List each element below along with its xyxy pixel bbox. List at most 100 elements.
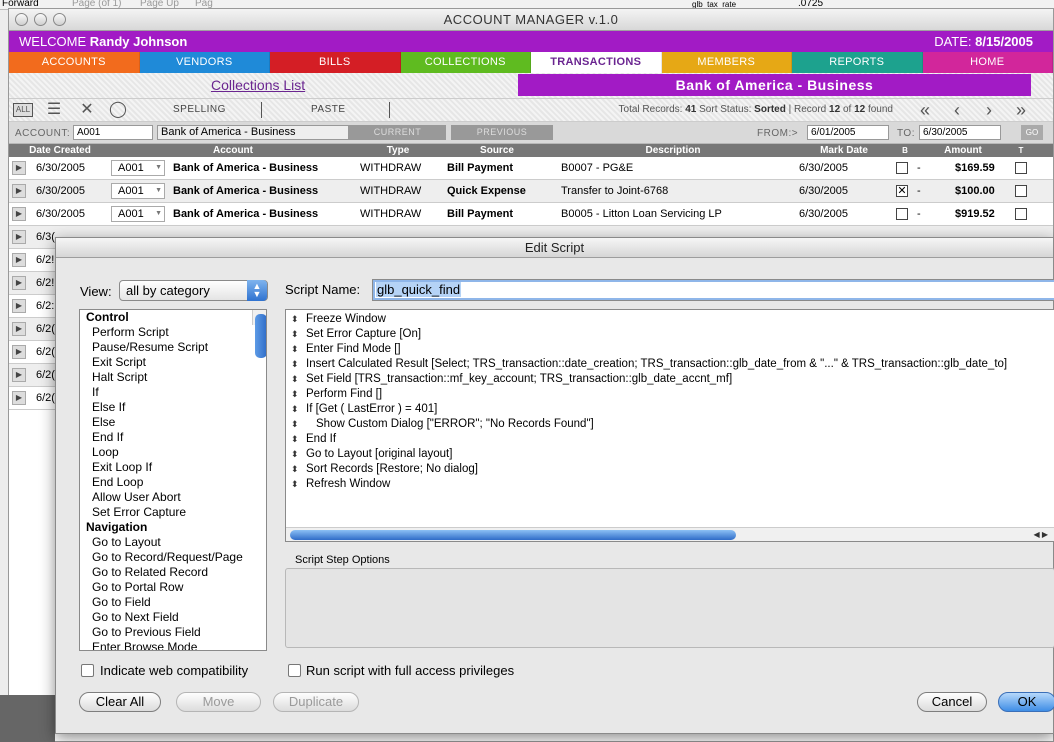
table-row[interactable]: ▶ 6/30/2005 A001 Bank of America - Busin… <box>9 203 1053 226</box>
row-expand-icon[interactable]: ▶ <box>12 391 26 405</box>
nav-collections[interactable]: COLLECTIONS <box>400 52 531 73</box>
first-record-icon[interactable]: « <box>913 100 937 121</box>
row-account-select[interactable]: A001 <box>111 206 165 222</box>
step-item[interactable]: Loop <box>80 445 266 460</box>
row-expand-icon[interactable]: ▶ <box>12 276 26 290</box>
table-row[interactable]: ▶ 6/30/2005 A001 Bank of America - Busin… <box>9 180 1053 203</box>
row-expand-icon[interactable]: ▶ <box>12 184 26 198</box>
close-window-button[interactable] <box>15 13 28 26</box>
clear-all-button[interactable]: Clear All <box>79 692 161 712</box>
script-line[interactable]: Set Field [TRS_transaction::mf_key_accou… <box>286 372 1054 387</box>
step-item[interactable]: End If <box>80 430 266 445</box>
header-date[interactable]: Date Created <box>9 144 111 157</box>
step-item[interactable]: Go to Related Record <box>80 565 266 580</box>
nav-reports[interactable]: REPORTS <box>792 52 923 73</box>
row-expand-icon[interactable]: ▶ <box>12 207 26 221</box>
step-item[interactable]: Go to Layout <box>80 535 266 550</box>
last-record-icon[interactable]: » <box>1009 100 1033 121</box>
script-steps-area[interactable]: Freeze Window Set Error Capture [On] Ent… <box>285 309 1054 542</box>
account-filter-select[interactable]: A001 <box>73 125 153 140</box>
nav-bills[interactable]: BILLS <box>270 52 401 73</box>
script-line[interactable]: Perform Find [] <box>286 387 1054 402</box>
header-type[interactable]: Type <box>355 144 441 157</box>
step-item[interactable]: Go to Next Field <box>80 610 266 625</box>
header-account[interactable]: Account <box>111 144 355 157</box>
step-item[interactable]: End Loop <box>80 475 266 490</box>
row-expand-icon[interactable]: ▶ <box>12 368 26 382</box>
next-record-icon[interactable]: › <box>977 100 1001 121</box>
row-b-checkbox[interactable] <box>896 162 908 174</box>
script-hscrollbar[interactable]: ◀ ▶ <box>286 527 1054 541</box>
omit-icon[interactable]: ◯ <box>106 101 130 119</box>
header-amount[interactable]: Amount <box>915 144 1011 157</box>
scroll-down-icon[interactable]: ▼ <box>253 632 266 644</box>
row-expand-icon[interactable]: ▶ <box>12 230 26 244</box>
collections-list-link[interactable]: Collections List <box>211 77 305 93</box>
to-date-field[interactable]: 6/30/2005 <box>919 125 1001 140</box>
scroll-thumb[interactable] <box>255 314 266 358</box>
ok-button[interactable]: OK <box>998 692 1054 712</box>
row-expand-icon[interactable]: ▶ <box>12 322 26 336</box>
scroll-thumb[interactable] <box>290 530 736 540</box>
current-button[interactable]: CURRENT <box>349 125 446 140</box>
paste-button[interactable]: PASTE <box>311 104 346 115</box>
row-t-checkbox[interactable] <box>1015 208 1027 220</box>
row-b-checkbox-checked[interactable]: ✕ <box>896 185 908 197</box>
step-item[interactable]: Go to Portal Row <box>80 580 266 595</box>
step-item[interactable]: Perform Script <box>80 325 266 340</box>
full-access-checkbox[interactable] <box>288 664 301 677</box>
header-source[interactable]: Source <box>441 144 553 157</box>
nav-vendors[interactable]: VENDORS <box>139 52 270 73</box>
delete-icon[interactable]: ✕ <box>75 101 99 119</box>
row-expand-icon[interactable]: ▶ <box>12 345 26 359</box>
script-line[interactable]: Insert Calculated Result [Select; TRS_tr… <box>286 357 1054 372</box>
row-expand-icon[interactable]: ▶ <box>12 253 26 267</box>
row-account-select[interactable]: A001 <box>111 160 165 176</box>
show-all-button[interactable]: ALL <box>13 103 33 117</box>
script-name-input[interactable]: glb_quick_find <box>372 279 1054 301</box>
web-compat-checkbox[interactable] <box>81 664 94 677</box>
spelling-button[interactable]: SPELLING <box>173 104 226 115</box>
nav-accounts[interactable]: ACCOUNTS <box>9 52 140 73</box>
step-item[interactable]: If <box>80 385 266 400</box>
row-expand-icon[interactable]: ▶ <box>12 299 26 313</box>
previous-button[interactable]: PREVIOUS <box>451 125 553 140</box>
header-description[interactable]: Description <box>553 144 793 157</box>
script-line[interactable]: If [Get ( LastError ) = 401] <box>286 402 1054 417</box>
table-row[interactable]: ▶ 6/30/2005 A001 Bank of America - Busin… <box>9 157 1053 180</box>
step-item[interactable]: Else <box>80 415 266 430</box>
scroll-up-icon[interactable]: ▲ <box>253 618 266 630</box>
step-item[interactable]: Go to Previous Field <box>80 625 266 640</box>
nav-members[interactable]: MEMBERS <box>661 52 792 73</box>
duplicate-button[interactable]: Duplicate <box>273 692 359 712</box>
script-step-list[interactable]: Control Perform Script Pause/Resume Scri… <box>79 309 267 651</box>
script-line[interactable]: Enter Find Mode [] <box>286 342 1054 357</box>
script-line[interactable]: Go to Layout [original layout] <box>286 447 1054 462</box>
step-list-scrollbar[interactable]: ▲ ▼ <box>252 310 266 643</box>
step-item[interactable]: Halt Script <box>80 370 266 385</box>
from-date-field[interactable]: 6/01/2005 <box>807 125 889 140</box>
step-item[interactable]: Else If <box>80 400 266 415</box>
step-item[interactable]: Exit Script <box>80 355 266 370</box>
step-item[interactable]: Go to Field <box>80 595 266 610</box>
script-line[interactable]: Set Error Capture [On] <box>286 327 1054 342</box>
scroll-arrows-icon[interactable]: ◀ ▶ <box>1033 528 1048 541</box>
step-item[interactable]: Go to Record/Request/Page <box>80 550 266 565</box>
minimize-window-button[interactable] <box>34 13 47 26</box>
script-line[interactable]: Freeze Window <box>286 312 1054 327</box>
row-expand-icon[interactable]: ▶ <box>12 161 26 175</box>
step-item[interactable]: Set Error Capture <box>80 505 266 520</box>
nav-home[interactable]: HOME <box>922 52 1053 73</box>
row-t-checkbox[interactable] <box>1015 185 1027 197</box>
step-item[interactable]: Enter Browse Mode <box>80 640 266 650</box>
go-button[interactable]: GO <box>1021 125 1043 140</box>
row-b-checkbox[interactable] <box>896 208 908 220</box>
view-select[interactable]: all by category ▲ ▼ <box>119 280 268 301</box>
script-line[interactable]: Refresh Window <box>286 477 1054 492</box>
script-line[interactable]: Show Custom Dialog ["ERROR"; "No Records… <box>286 417 1054 432</box>
zoom-window-button[interactable] <box>53 13 66 26</box>
step-item[interactable]: Pause/Resume Script <box>80 340 266 355</box>
row-t-checkbox[interactable] <box>1015 162 1027 174</box>
header-mark-date[interactable]: Mark Date <box>793 144 895 157</box>
row-account-select[interactable]: A001 <box>111 183 165 199</box>
